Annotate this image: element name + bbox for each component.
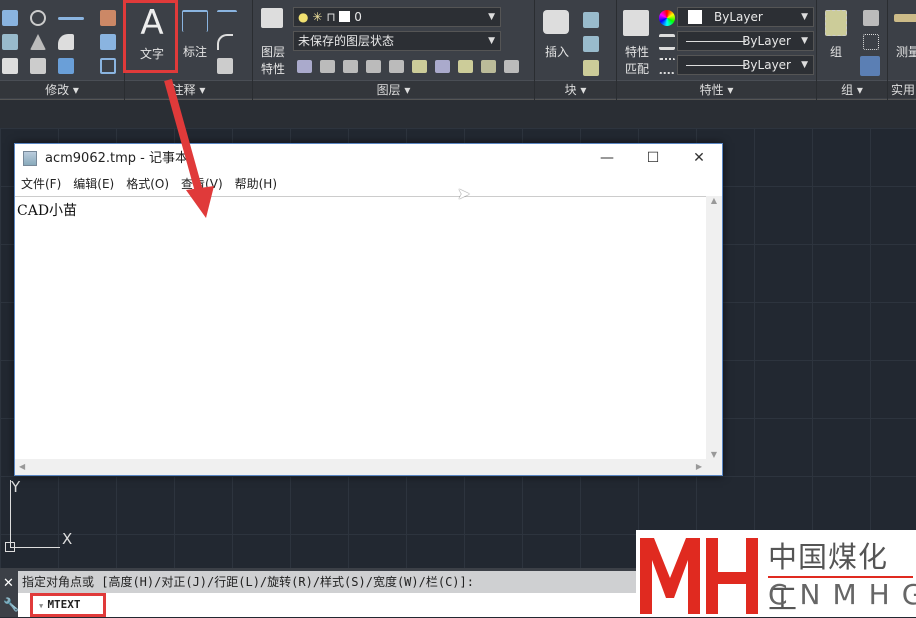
close-command-icon[interactable]: ✕ [3,576,14,591]
arrow-shaft [164,78,204,197]
watermark-en: CNMHG [768,578,916,611]
current-command: MTEXT [47,598,81,611]
red-arrow-annotation [164,78,214,218]
wrench-icon[interactable]: 🔧 [3,598,19,613]
arrow-head [186,186,214,218]
mh-logo-mark [640,538,758,614]
mtext-command-highlight: ▼ MTEXT [30,593,106,617]
watermark-logo: 中国煤化工 CNMHG [636,530,916,617]
